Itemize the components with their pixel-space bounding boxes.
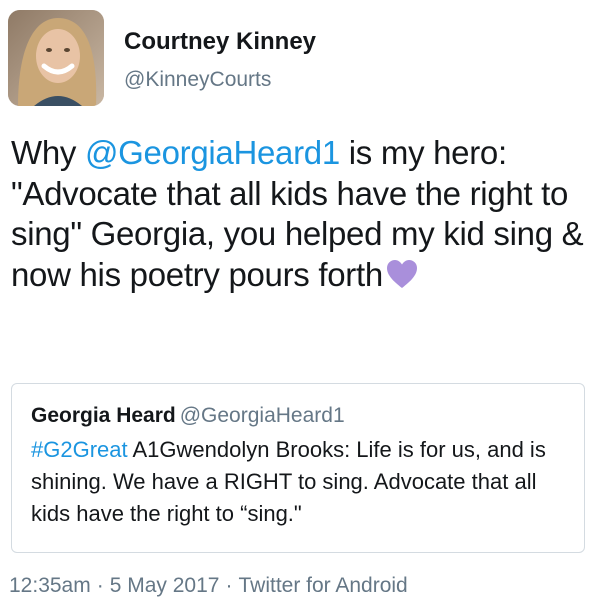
tweet-time[interactable]: 12:35am (9, 574, 91, 597)
author-handle[interactable]: @KinneyCourts (124, 67, 271, 93)
meta-separator: · (96, 574, 104, 597)
quoted-tweet[interactable]: Georgia Heard @GeorgiaHeard1 #G2Great A1G… (11, 383, 585, 553)
tweet-text: Why @GeorgiaHeard1 is my hero: "Advocate… (11, 133, 591, 295)
mention-link[interactable]: @GeorgiaHeard1 (85, 134, 340, 171)
hashtag-link[interactable]: #G2Great (31, 437, 128, 462)
avatar[interactable] (8, 10, 104, 106)
quoted-tweet-header: Georgia Heard @GeorgiaHeard1 (31, 403, 345, 429)
quoted-author-handle: @GeorgiaHeard1 (179, 404, 345, 427)
tweet-meta: 12:35am · 5 May 2017 · Twitter for Android (9, 573, 408, 599)
quoted-author-name: Georgia Heard (31, 404, 176, 427)
purple-heart-icon (385, 258, 419, 290)
tweet-date[interactable]: 5 May 2017 (110, 574, 220, 597)
tweet-source[interactable]: Twitter for Android (238, 574, 407, 597)
tweet-text-part-1: Why (11, 134, 85, 171)
quoted-tweet-text: #G2Great A1Gwendolyn Brooks: Life is for… (31, 434, 571, 530)
meta-separator: · (225, 574, 233, 597)
author-name[interactable]: Courtney Kinney (124, 28, 316, 56)
tweet-header: Courtney Kinney @KinneyCourts (8, 10, 588, 106)
